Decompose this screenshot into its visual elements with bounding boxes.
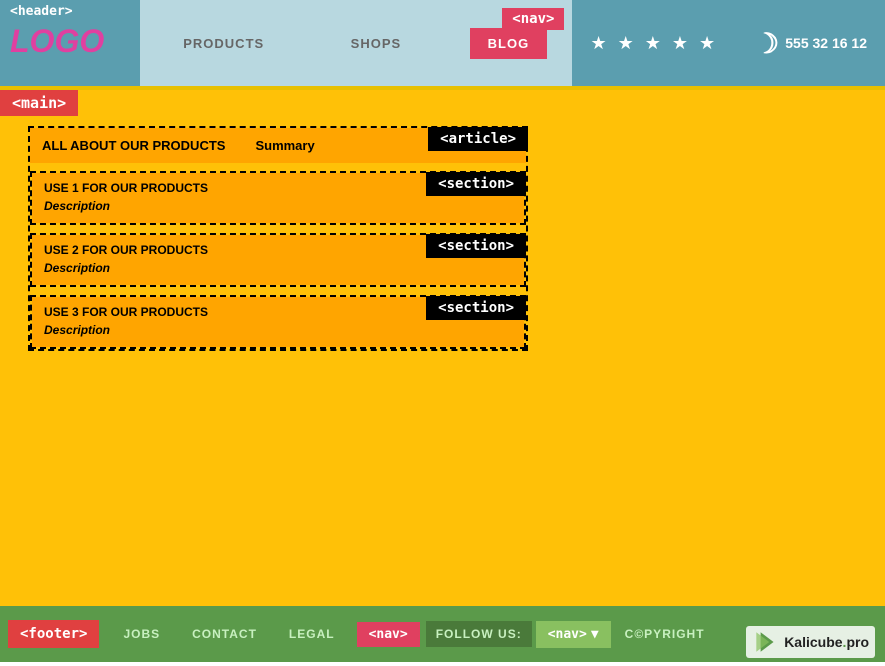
footer-nav-tag: <nav> bbox=[357, 622, 420, 647]
nav-item-blog[interactable]: BLOG bbox=[470, 28, 548, 59]
footer-follow-nav-tag: <nav> bbox=[548, 627, 587, 642]
main: <main> <article> ALL ABOUT OUR PRODUCTS … bbox=[0, 90, 885, 606]
left-column: <article> ALL ABOUT OUR PRODUCTS Summary… bbox=[18, 122, 528, 361]
footer-nav-items: JOBS CONTACT LEGAL bbox=[107, 627, 350, 641]
main-tag: <main> bbox=[0, 90, 78, 116]
section-1-tag: <section> bbox=[426, 172, 526, 196]
kalicube-name: Kalicube.pro bbox=[784, 634, 869, 650]
footer-nav-legal[interactable]: LEGAL bbox=[273, 627, 351, 641]
header-logo-area: <header> LOGO bbox=[0, 0, 140, 86]
section-1: <section> USE 1 FOR OUR PRODUCTS Descrip… bbox=[30, 171, 526, 225]
footer-follow-nav: <nav> ▼ bbox=[536, 621, 611, 648]
section-3: <section> USE 3 FOR OUR PRODUCTS Descrip… bbox=[30, 295, 526, 349]
moon-icon: ☽ bbox=[754, 27, 779, 60]
section-2: <section> USE 2 FOR OUR PRODUCTS Descrip… bbox=[30, 233, 526, 287]
article-title: ALL ABOUT OUR PRODUCTS bbox=[42, 138, 225, 153]
article: <article> ALL ABOUT OUR PRODUCTS Summary… bbox=[28, 126, 528, 351]
nav-item-shops[interactable]: SHOPS bbox=[333, 36, 420, 51]
footer-copyright: C©PYRIGHT bbox=[611, 627, 719, 641]
nav-item-products[interactable]: PRODUCTS bbox=[165, 36, 282, 51]
footer-nav-contact[interactable]: CONTACT bbox=[176, 627, 273, 641]
header: <header> LOGO <nav> PRODUCTS SHOPS BLOG … bbox=[0, 0, 885, 90]
right-column bbox=[528, 122, 875, 361]
section-3-tag: <section> bbox=[426, 296, 526, 320]
stars: ★ ★ ★ ★ ★ bbox=[590, 33, 718, 54]
article-tag: <article> bbox=[428, 127, 528, 151]
phone-number: 555 32 16 12 bbox=[785, 35, 867, 51]
main-content: <article> ALL ABOUT OUR PRODUCTS Summary… bbox=[0, 118, 885, 371]
stars-area: ★ ★ ★ ★ ★ bbox=[572, 0, 736, 86]
header-tag: <header> bbox=[10, 4, 130, 19]
phone-area: ☽ 555 32 16 12 bbox=[736, 0, 885, 86]
section-3-desc: Description bbox=[44, 323, 512, 337]
section-2-tag: <section> bbox=[426, 234, 526, 258]
kalicube-brand: Kalicube.pro bbox=[746, 626, 875, 658]
section-2-desc: Description bbox=[44, 261, 512, 275]
footer-follow-label: FOLLOW US: bbox=[426, 621, 532, 647]
nav-tag: <nav> bbox=[502, 8, 564, 30]
kalicube-logo-icon bbox=[752, 628, 780, 656]
logo: LOGO bbox=[10, 23, 130, 60]
footer-follow-nav-arrow: ▼ bbox=[591, 627, 599, 642]
footer-tag: <footer> bbox=[8, 620, 99, 648]
header-nav: <nav> PRODUCTS SHOPS BLOG bbox=[140, 0, 572, 86]
footer-nav-jobs[interactable]: JOBS bbox=[107, 627, 176, 641]
section-1-desc: Description bbox=[44, 199, 512, 213]
article-summary: Summary bbox=[255, 138, 314, 153]
